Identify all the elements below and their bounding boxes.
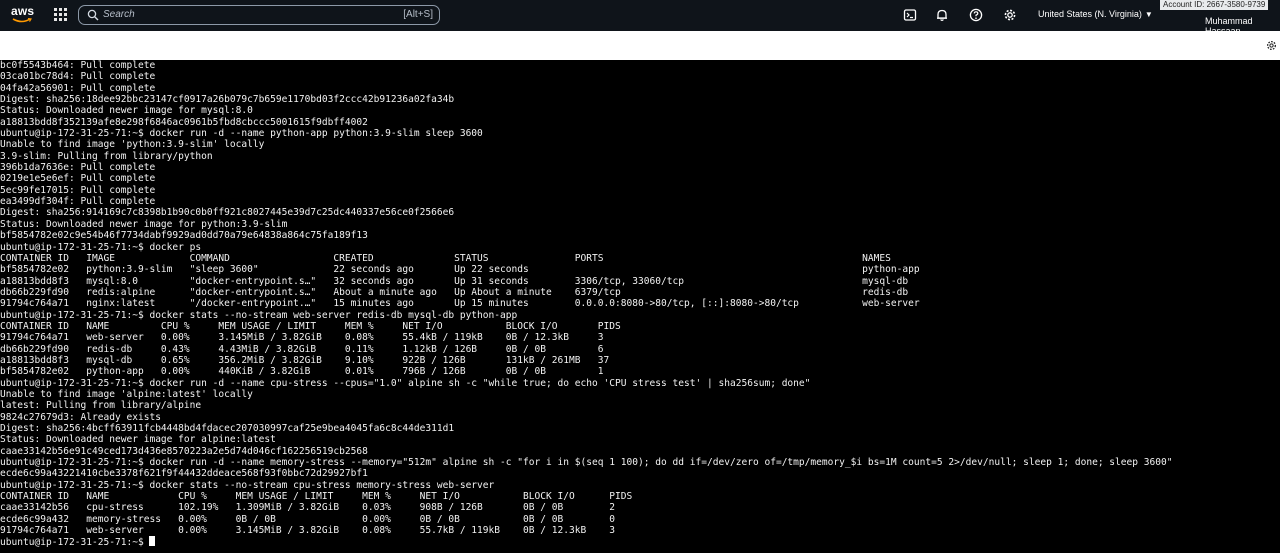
terminal-line: a18813bdd8f352139afe8e298f6846ac0961b5fb… <box>0 116 368 128</box>
terminal-line: 5ec99fe17015: Pull complete <box>0 184 156 196</box>
terminal-cursor <box>149 536 156 547</box>
terminal-line: a18813bdd8f3 mysql:8.0 "docker-entrypoin… <box>0 275 909 287</box>
notifications-bell-icon[interactable] <box>935 8 949 22</box>
terminal-line: 3.9-slim: Pulling from library/python <box>0 150 213 162</box>
terminal-line: 04fa42a56901: Pull complete <box>0 82 156 94</box>
region-selector[interactable]: United States (N. Virginia) ▼ <box>1038 9 1153 19</box>
terminal-line: ubuntu@ip-172-31-25-71:~$ docker stats -… <box>0 309 518 321</box>
terminal-line: 91794c764a71 web-server 0.00% 3.145MiB /… <box>0 332 604 344</box>
aws-top-navigation: aws Search [Alt+S] United States (N. Vir… <box>0 0 1280 36</box>
help-icon[interactable] <box>969 8 983 22</box>
account-id-badge: Account ID: 2667-3580-9739 <box>1160 0 1269 10</box>
search-shortcut: [Alt+S] <box>403 9 433 20</box>
terminal-line: bc0f5543b464: Pull complete <box>0 60 156 71</box>
terminal-line: caae33142b56e91c49ced173d436e8570223a2e5… <box>0 445 368 457</box>
search-input[interactable]: Search [Alt+S] <box>78 5 440 25</box>
cloudshell-header <box>0 31 1280 60</box>
terminal-line: 396b1da7636e: Pull complete <box>0 162 156 174</box>
terminal-prompt: ubuntu@ip-172-31-25-71:~$ <box>0 537 150 549</box>
terminal-line: ubuntu@ip-172-31-25-71:~$ docker run -d … <box>0 457 1173 469</box>
terminal-line: latest: Pulling from library/alpine <box>0 400 202 412</box>
terminal-line: Status: Downloaded newer image for pytho… <box>0 218 288 230</box>
region-label: United States (N. Virginia) <box>1038 9 1142 19</box>
caret-down-icon: ▼ <box>1144 10 1153 19</box>
terminal-line: Status: Downloaded newer image for alpin… <box>0 434 276 446</box>
terminal-prompt-line[interactable]: ubuntu@ip-172-31-25-71:~$ <box>0 536 1280 549</box>
terminal-line: bf5854782e02 python-app 0.00% 440KiB / 3… <box>0 366 604 378</box>
terminal-line: caae33142b56 cpu-stress 102.19% 1.309MiB… <box>0 502 616 514</box>
services-grid-icon[interactable] <box>54 8 68 22</box>
terminal-line: ubuntu@ip-172-31-25-71:~$ docker run -d … <box>0 377 811 389</box>
terminal-line: Status: Downloaded newer image for mysql… <box>0 105 253 117</box>
terminal-line: Unable to find image 'python:3.9-slim' l… <box>0 139 265 151</box>
aws-logo-text: aws <box>11 4 35 18</box>
search-placeholder: Search <box>103 9 135 20</box>
terminal-line: 91794c764a71 web-server 0.00% 3.145MiB /… <box>0 525 616 537</box>
terminal-line: CONTAINER ID NAME CPU % MEM USAGE / LIMI… <box>0 320 621 332</box>
terminal-line: ea3499df304f: Pull complete <box>0 196 156 208</box>
aws-smile-icon <box>12 18 32 23</box>
terminal-line: ecde6c99a43221410cbe3378f621f9f44432ddea… <box>0 468 368 480</box>
terminal-line: ecde6c99a432 memory-stress 0.00% 0B / 0B… <box>0 513 616 525</box>
settings-gear-icon[interactable] <box>1003 8 1017 22</box>
terminal-line: Unable to find image 'alpine:latest' loc… <box>0 388 253 400</box>
cloudshell-icon[interactable] <box>903 8 917 22</box>
terminal-output[interactable]: bc0f5543b464: Pull complete 03ca01bc78d4… <box>0 60 1280 553</box>
terminal-line: bf5854782e02c9e54b46f7734dabf9929ad0dd70… <box>0 230 368 242</box>
terminal-line: 91794c764a71 nginx:latest "/docker-entry… <box>0 298 920 310</box>
terminal-line: a18813bdd8f3 mysql-db 0.65% 356.2MiB / 3… <box>0 354 610 366</box>
terminal-line: db66b229fd90 redis:alpine "docker-entryp… <box>0 286 909 298</box>
terminal-line: ubuntu@ip-172-31-25-71:~$ docker stats -… <box>0 479 495 491</box>
terminal-line: ubuntu@ip-172-31-25-71:~$ docker run -d … <box>0 128 483 140</box>
terminal-line: Digest: sha256:18dee92bbc23147cf0917a26b… <box>0 94 455 106</box>
terminal-line: ubuntu@ip-172-31-25-71:~$ docker ps <box>0 241 202 253</box>
terminal-line: bf5854782e02 python:3.9-slim "sleep 3600… <box>0 264 920 276</box>
terminal-line: Digest: sha256:914169c7c8398b1b90c0b0ff9… <box>0 207 455 219</box>
settings-cog-icon[interactable] <box>1266 40 1277 51</box>
terminal-line: CONTAINER ID IMAGE COMMAND CREATED STATU… <box>0 252 891 264</box>
search-icon <box>87 9 99 21</box>
terminal-line: Digest: sha256:4bcff63911fcb4448bd4fdace… <box>0 423 455 434</box>
terminal-line: CONTAINER ID NAME CPU % MEM USAGE / LIMI… <box>0 491 633 503</box>
terminal-line: 0219e1e5e6ef: Pull complete <box>0 173 156 185</box>
terminal-line: db66b229fd90 redis-db 0.43% 4.43MiB / 3.… <box>0 343 604 355</box>
terminal-line: 03ca01bc78d4: Pull complete <box>0 71 156 83</box>
terminal-line: 9824c27679d3: Already exists <box>0 411 161 423</box>
aws-logo[interactable]: aws <box>11 4 35 24</box>
